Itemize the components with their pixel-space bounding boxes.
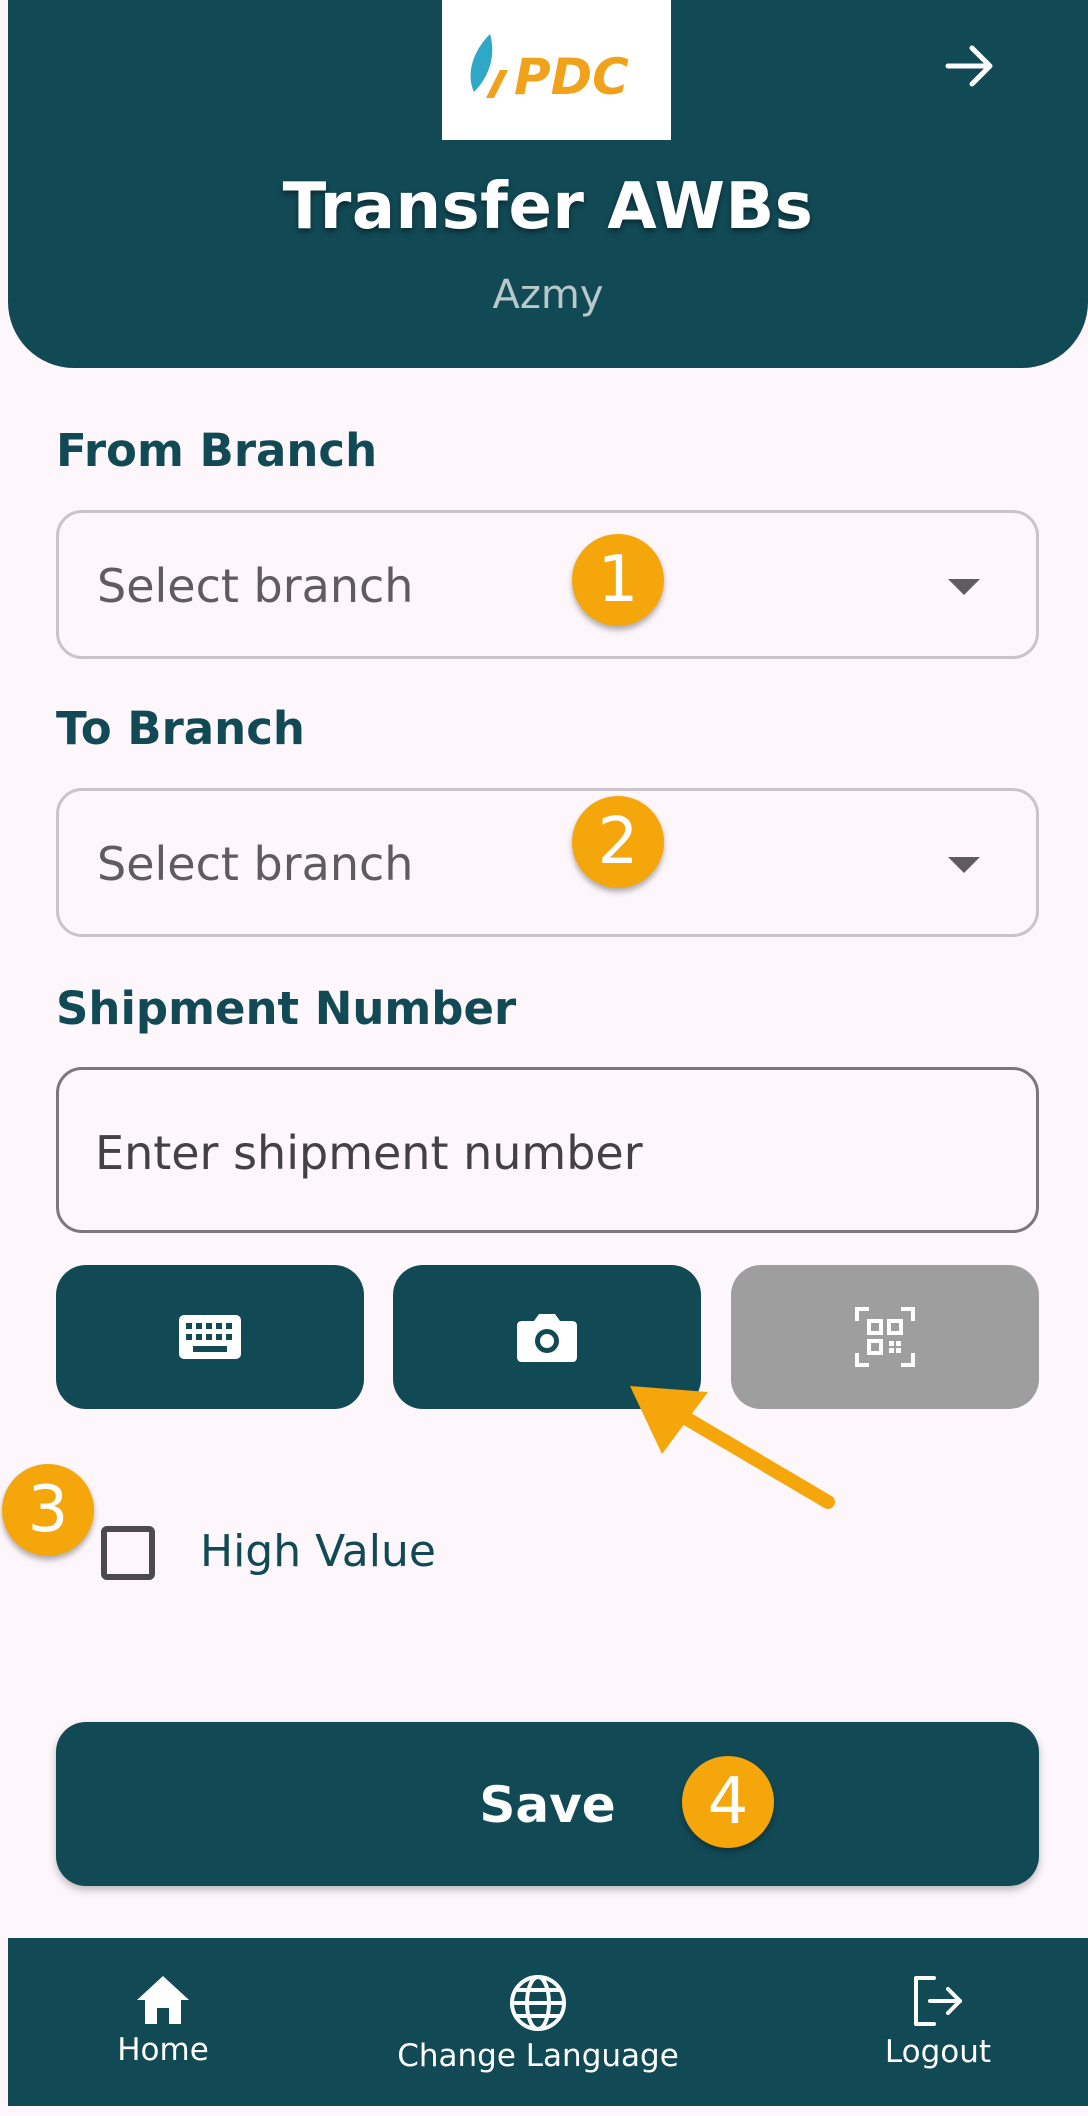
from-branch-label: From Branch <box>56 424 378 477</box>
to-branch-label: To Branch <box>56 702 305 755</box>
save-button[interactable]: Save <box>56 1722 1039 1886</box>
from-branch-dropdown[interactable]: Select branch <box>56 510 1039 659</box>
keyboard-input-button[interactable] <box>56 1265 364 1409</box>
step-badge-4: 4 <box>682 1756 774 1848</box>
pdc-logo: PDC <box>442 0 671 140</box>
page-title: Transfer AWBs <box>282 170 814 244</box>
keyboard-icon <box>179 1315 241 1359</box>
high-value-label: High Value <box>200 1526 436 1577</box>
chevron-down-icon <box>948 579 980 595</box>
step-badge-3: 3 <box>2 1464 94 1556</box>
to-branch-dropdown[interactable]: Select branch <box>56 788 1039 937</box>
home-icon <box>137 1976 189 2024</box>
shipment-number-label: Shipment Number <box>56 982 517 1035</box>
logo-text: PDC <box>514 48 629 106</box>
nav-home-label: Home <box>117 2032 209 2068</box>
qr-scan-icon <box>855 1307 915 1367</box>
step-badge-2: 2 <box>572 796 664 888</box>
chevron-down-icon <box>948 857 980 873</box>
high-value-checkbox[interactable] <box>101 1526 155 1580</box>
pointer-arrow-icon <box>630 1386 835 1509</box>
shipment-number-input[interactable]: Enter shipment number <box>56 1067 1039 1233</box>
camera-icon <box>517 1314 577 1362</box>
bottom-navigation: Home Change Language Logout <box>8 1938 1088 2106</box>
from-branch-placeholder: Select branch <box>97 559 414 613</box>
globe-icon <box>510 1975 566 2031</box>
nav-change-language-label: Change Language <box>397 2038 679 2074</box>
transfer-awbs-screen: PDC Transfer AWBs Azmy From Branch Selec… <box>0 0 1088 2116</box>
step-badge-1: 1 <box>572 534 664 626</box>
logout-icon <box>914 1976 962 2026</box>
app-header: PDC Transfer AWBs Azmy <box>8 0 1088 368</box>
nav-logout-label: Logout <box>884 2034 992 2070</box>
nav-logout[interactable]: Logout <box>848 1938 1028 2106</box>
shipment-number-placeholder: Enter shipment number <box>95 1126 643 1180</box>
user-name: Azmy <box>492 272 604 318</box>
nav-home[interactable]: Home <box>68 1938 258 2106</box>
to-branch-placeholder: Select branch <box>97 837 414 891</box>
nav-change-language[interactable]: Change Language <box>388 1938 688 2106</box>
save-button-label: Save <box>479 1776 616 1834</box>
arrow-right-icon[interactable] <box>942 38 998 94</box>
